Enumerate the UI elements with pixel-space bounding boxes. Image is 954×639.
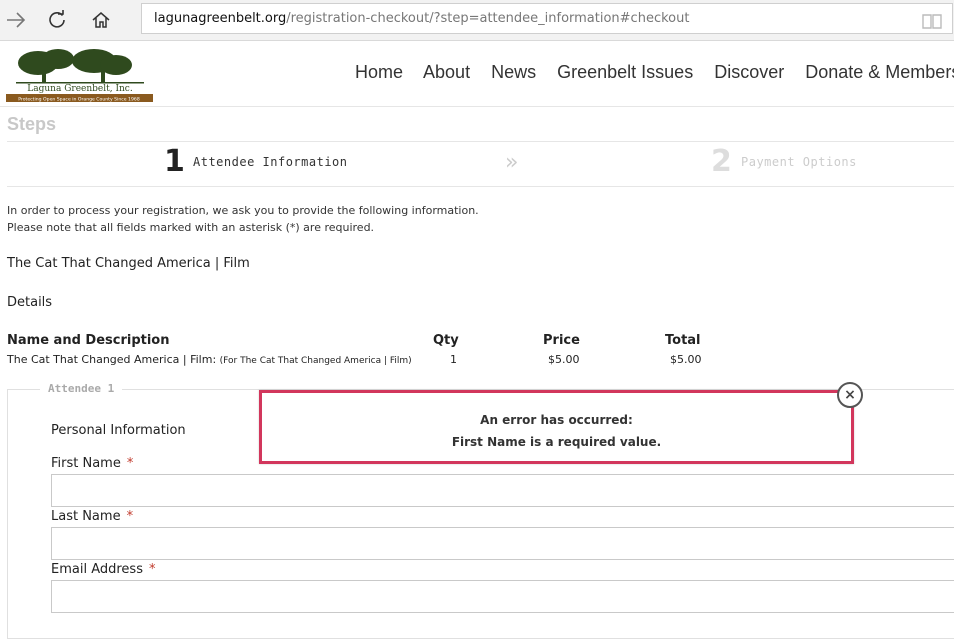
steps-title: Steps <box>7 114 57 134</box>
main-navigation: Home About News Greenbelt Issues Discove… <box>355 62 954 83</box>
required-asterisk: * <box>148 562 156 577</box>
table-row-price: $5.00 <box>548 353 580 366</box>
home-icon[interactable] <box>87 6 115 34</box>
event-title: The Cat That Changed America | Film <box>7 256 250 271</box>
logo-name: Laguna Greenbelt, Inc. <box>27 84 133 94</box>
nav-discover[interactable]: Discover <box>714 62 784 82</box>
email-label-text: Email Address <box>51 562 143 577</box>
table-header-total: Total <box>665 333 701 348</box>
attendee-legend: Attendee 1 <box>40 382 123 395</box>
first-name-label-text: First Name <box>51 456 121 471</box>
step-2-label: Payment Options <box>741 155 857 169</box>
site-logo[interactable]: Laguna Greenbelt, Inc. Protecting Open S… <box>6 47 153 103</box>
reading-view-icon[interactable] <box>922 11 942 33</box>
step-separator-icon: » <box>505 150 519 175</box>
last-name-input[interactable] <box>51 527 954 560</box>
error-popup: An error has occurred: First Name is a r… <box>259 390 854 464</box>
email-label: Email Address * <box>51 562 155 577</box>
nav-about[interactable]: About <box>423 62 470 82</box>
step-1-label: Attendee Information <box>193 155 348 169</box>
ticket-name: The Cat That Changed America | Film: <box>7 353 220 366</box>
first-name-label: First Name * <box>51 456 133 471</box>
table-row-total: $5.00 <box>670 353 702 366</box>
address-bar[interactable]: lagunagreenbelt.org/registration-checkou… <box>141 3 953 34</box>
last-name-label: Last Name * <box>51 509 133 524</box>
intro-text: In order to process your registration, w… <box>7 202 479 236</box>
header-divider <box>0 106 954 107</box>
refresh-icon[interactable] <box>43 6 71 34</box>
last-name-label-text: Last Name <box>51 509 121 524</box>
steps-indicator: 1 Attendee Information » 2 Payment Optio… <box>7 141 954 187</box>
nav-home[interactable]: Home <box>355 62 403 82</box>
nav-greenbelt-issues[interactable]: Greenbelt Issues <box>557 62 693 82</box>
table-row-qty: 1 <box>450 353 457 366</box>
step-1-number: 1 <box>164 144 185 179</box>
first-name-input[interactable] <box>51 474 954 507</box>
email-input[interactable] <box>51 580 954 613</box>
forward-icon[interactable] <box>2 6 30 34</box>
table-header-qty: Qty <box>433 333 459 348</box>
ticket-description: (For The Cat That Changed America | Film… <box>219 356 412 366</box>
browser-toolbar: lagunagreenbelt.org/registration-checkou… <box>0 0 954 41</box>
table-row-name: The Cat That Changed America | Film: (Fo… <box>7 353 412 366</box>
table-header-name: Name and Description <box>7 333 170 348</box>
intro-line-2: Please note that all fields marked with … <box>7 221 375 234</box>
url-host: lagunagreenbelt.org <box>154 11 287 26</box>
personal-info-heading: Personal Information <box>51 423 186 438</box>
details-heading: Details <box>7 295 53 310</box>
error-message: First Name is a required value. <box>451 435 662 449</box>
nav-news[interactable]: News <box>491 62 536 82</box>
intro-line-1: In order to process your registration, w… <box>7 204 479 217</box>
nav-donate-membership[interactable]: Donate & Membersh <box>805 62 954 82</box>
required-asterisk: * <box>126 456 134 471</box>
step-2-number: 2 <box>711 144 732 179</box>
error-title: An error has occurred: <box>480 413 633 427</box>
url-path: /registration-checkout/?step=attendee_in… <box>286 11 690 26</box>
table-header-price: Price <box>543 333 580 348</box>
logo-tagline: Protecting Open Space in Orange County S… <box>18 97 140 103</box>
required-asterisk: * <box>126 509 134 524</box>
close-icon[interactable]: × <box>837 382 863 408</box>
